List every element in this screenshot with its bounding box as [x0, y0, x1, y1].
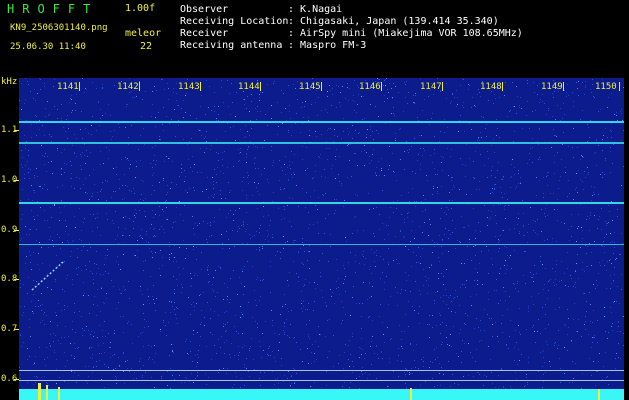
x-tick-label: 1145: [299, 82, 321, 92]
filename-label: KN9_2506301140.png: [10, 23, 108, 33]
x-tick-label: 1141: [57, 82, 79, 92]
x-tick-label: 1149: [541, 82, 563, 92]
frame-count: 22: [140, 41, 153, 52]
x-tick-label: 1142: [117, 82, 139, 92]
x-tick-mark: [139, 82, 140, 91]
x-tick-label: 1148: [480, 82, 502, 92]
y-axis-unit: kHz: [1, 77, 18, 87]
receiver-label: Receiver: [180, 28, 229, 39]
x-tick-label: 1147: [420, 82, 442, 92]
x-tick-label: 1146: [359, 82, 381, 92]
spike-marker: [38, 383, 41, 400]
y-tick-mark: [14, 379, 19, 380]
location-value: : Chigasaki, Japan (139.414 35.340): [288, 16, 499, 27]
x-tick-label: 1143: [178, 82, 200, 92]
x-tick-mark: [79, 82, 80, 91]
row-label: meleor: [125, 28, 162, 39]
spike-marker: [410, 388, 412, 400]
spike-marker: [46, 385, 48, 400]
antenna-value: : Maspro FM-3: [288, 40, 367, 51]
y-tick-mark: [14, 329, 19, 330]
observer-label: Observer: [180, 4, 229, 15]
location-label: Receiving Location: [180, 16, 289, 27]
y-tick-mark: [14, 130, 19, 131]
x-tick-mark: [563, 82, 564, 91]
x-tick-mark: [502, 82, 503, 91]
receiver-value: : AirSpy mini (Miakejima VOR 108.65MHz): [288, 28, 523, 39]
x-tick-label: 1150: [595, 82, 617, 92]
timestamp-label: 25.06.30 11:40: [10, 42, 86, 52]
spectrogram-plot: [19, 78, 624, 390]
spike-marker: [598, 389, 600, 400]
x-tick-mark: [260, 82, 261, 91]
baseline-band: [19, 389, 624, 400]
version-label: 1.00f: [125, 3, 156, 14]
y-tick-mark: [14, 279, 19, 280]
app-title: HROFFT: [7, 2, 99, 16]
header: HROFFT 1.00f KN9_2506301140.png meleor 2…: [0, 0, 629, 75]
x-tick-mark: [442, 82, 443, 91]
x-tick-mark: [619, 82, 620, 91]
x-tick-mark: [200, 82, 201, 91]
x-tick-mark: [321, 82, 322, 91]
y-tick-mark: [14, 180, 19, 181]
observer-value: : K.Nagai: [288, 4, 343, 15]
spike-marker: [58, 387, 60, 400]
x-tick-mark: [381, 82, 382, 91]
x-tick-label: 1144: [238, 82, 260, 92]
antenna-label: Receiving antenna: [180, 40, 283, 51]
meteor-trace: [31, 261, 64, 291]
y-tick-mark: [14, 230, 19, 231]
